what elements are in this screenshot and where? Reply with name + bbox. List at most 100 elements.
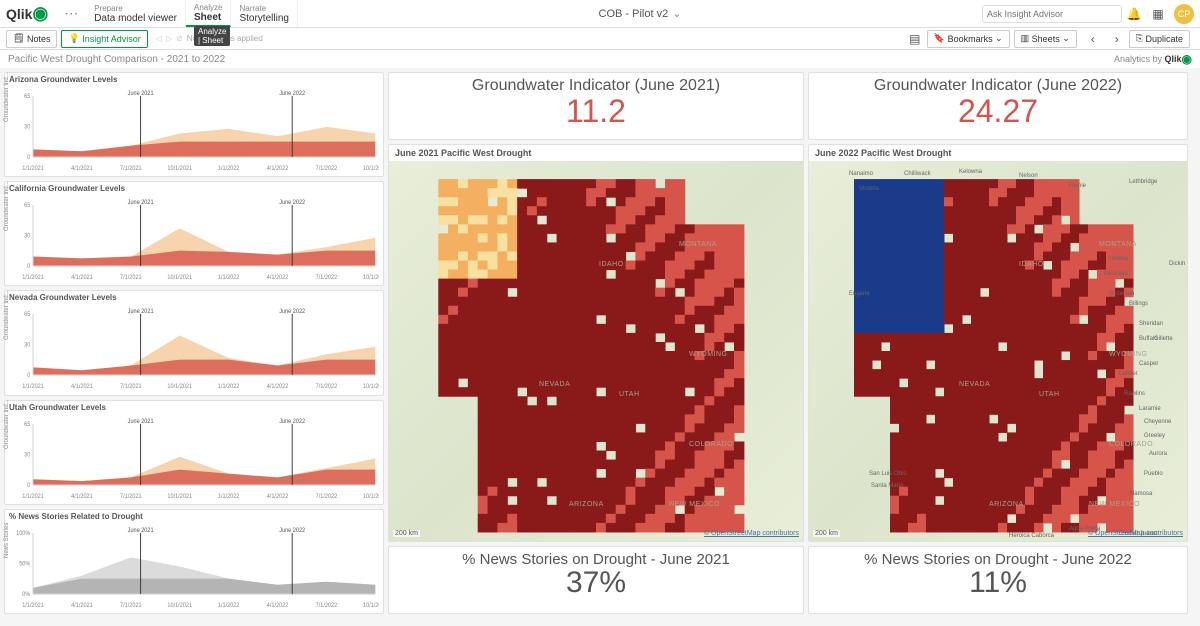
chart-utah[interactable]: Utah Groundwater Levels Groundwater Ind.…	[4, 400, 384, 505]
svg-text:4/1/2021: 4/1/2021	[71, 493, 93, 499]
chart-california-title: California Groundwater Levels	[9, 184, 379, 193]
svg-text:4/1/2021: 4/1/2021	[71, 603, 93, 609]
next-sheet-button[interactable]: ›	[1107, 29, 1127, 49]
svg-text:1/1/2021: 1/1/2021	[22, 603, 44, 609]
map-2021[interactable]: June 2021 Pacific West Drought MONTANAWY…	[388, 144, 804, 542]
selections-tool-icon[interactable]: ▤	[905, 29, 925, 49]
nav-narrate-sublabel: Storytelling	[239, 13, 288, 24]
chart-news-title: % News Stories Related to Drought	[9, 512, 379, 521]
svg-text:10/1/2022: 10/1/2022	[363, 493, 379, 499]
nav-analyze-label: Analyze	[194, 3, 222, 12]
nav-analyze[interactable]: Analyze Sheet Analyze | Sheet	[186, 0, 231, 27]
map-attribution[interactable]: © OpenStreetMap contributors	[704, 530, 799, 537]
selections-forward[interactable]: ▷	[166, 34, 172, 43]
qlik-icon: ◉	[32, 3, 48, 24]
app-title[interactable]: COB - Pilot v2⌄	[298, 7, 982, 20]
analytics-by-label: Analytics by Qlik◉	[1114, 52, 1192, 66]
svg-text:June 2021: June 2021	[128, 90, 154, 96]
kpi-2022[interactable]: Groundwater Indicator (June 2022) 24.27	[808, 72, 1188, 140]
svg-text:7/1/2022: 7/1/2022	[316, 384, 338, 390]
svg-text:10/1/2021: 10/1/2021	[167, 166, 192, 172]
svg-text:1/1/2022: 1/1/2022	[218, 493, 240, 499]
news-kpi-2021[interactable]: % News Stories on Drought - June 2021 37…	[388, 546, 804, 614]
news-kpi-2022[interactable]: % News Stories on Drought - June 2022 11…	[808, 546, 1188, 614]
svg-text:4/1/2021: 4/1/2021	[71, 166, 93, 172]
svg-text:100%: 100%	[16, 531, 31, 537]
insight-advisor-button[interactable]: 💡 Insight Advisor	[61, 30, 147, 48]
bookmarks-button[interactable]: 🔖 Bookmarks ⌄	[927, 30, 1010, 48]
chevron-down-icon: ⌄	[672, 8, 681, 20]
svg-text:0: 0	[27, 482, 31, 488]
qlik-icon: ◉	[1182, 52, 1192, 66]
chart-arizona[interactable]: Arizona Groundwater Levels Groundwater I…	[4, 72, 384, 177]
nav-narrate[interactable]: Narrate Storytelling	[231, 0, 297, 27]
chart-utah-title: Utah Groundwater Levels	[9, 403, 379, 412]
note-icon: 🗒	[13, 33, 24, 44]
kpi-2022-value: 24.27	[817, 95, 1179, 127]
svg-text:June 2022: June 2022	[279, 418, 305, 424]
svg-text:10/1/2022: 10/1/2022	[363, 166, 379, 172]
map-2022[interactable]: June 2022 Pacific West Drought MONTANAWY…	[808, 144, 1188, 542]
kpi-2021-value: 11.2	[397, 95, 795, 127]
svg-text:1/1/2022: 1/1/2022	[218, 384, 240, 390]
svg-text:June 2022: June 2022	[279, 200, 305, 206]
sheets-button[interactable]: ▥ Sheets ⌄	[1014, 30, 1077, 48]
chart-news[interactable]: % News Stories Related to Drought News S…	[4, 509, 384, 614]
notes-button[interactable]: 🗒 Notes	[6, 30, 57, 48]
nav-narrate-label: Narrate	[239, 4, 288, 13]
chart-arizona-title: Arizona Groundwater Levels	[9, 75, 379, 84]
svg-text:1/1/2022: 1/1/2022	[218, 603, 240, 609]
brand-text: Qlik	[6, 6, 32, 22]
svg-text:7/1/2022: 7/1/2022	[316, 275, 338, 281]
bell-icon[interactable]: 🔔	[1124, 4, 1144, 24]
svg-text:1/1/2021: 1/1/2021	[22, 493, 44, 499]
svg-text:7/1/2021: 7/1/2021	[120, 603, 142, 609]
map-attribution[interactable]: © OpenStreetMap contributors	[1088, 530, 1183, 537]
svg-text:4/1/2022: 4/1/2022	[267, 166, 289, 172]
news-2021-value: 37%	[397, 568, 795, 598]
svg-text:30: 30	[24, 233, 31, 239]
svg-text:10/1/2022: 10/1/2022	[363, 384, 379, 390]
app-title-text: COB - Pilot v2	[599, 8, 669, 20]
map-2021-title: June 2021 Pacific West Drought	[389, 145, 803, 161]
brand-logo[interactable]: Qlik◉	[6, 3, 48, 24]
nav-analyze-tooltip: Analyze | Sheet	[194, 26, 230, 46]
toolbar: 🗒 Notes 💡 Insight Advisor ◁ ▷ ⊘ No selec…	[0, 28, 1200, 50]
svg-text:50%: 50%	[19, 561, 31, 567]
clear-selections[interactable]: ⊘	[176, 34, 183, 43]
svg-text:1/1/2021: 1/1/2021	[22, 384, 44, 390]
svg-text:1/1/2022: 1/1/2022	[218, 275, 240, 281]
svg-text:65: 65	[24, 312, 31, 318]
svg-text:7/1/2022: 7/1/2022	[316, 166, 338, 172]
svg-text:June 2021: June 2021	[128, 309, 154, 315]
svg-text:7/1/2021: 7/1/2021	[120, 275, 142, 281]
prev-sheet-button[interactable]: ‹	[1083, 29, 1103, 49]
svg-text:10/1/2021: 10/1/2021	[167, 603, 192, 609]
svg-text:4/1/2022: 4/1/2022	[267, 603, 289, 609]
top-bar: Qlik◉ ⋯ Prepare Data model viewer Analyz…	[0, 0, 1200, 28]
svg-text:7/1/2022: 7/1/2022	[316, 493, 338, 499]
duplicate-button[interactable]: ⎘ Duplicate	[1129, 30, 1190, 48]
svg-text:0: 0	[27, 373, 31, 379]
chart-nevada[interactable]: Nevada Groundwater Levels Groundwater In…	[4, 290, 384, 395]
svg-text:June 2021: June 2021	[128, 200, 154, 206]
svg-text:10/1/2021: 10/1/2021	[167, 384, 192, 390]
chart-nevada-title: Nevada Groundwater Levels	[9, 293, 379, 302]
copy-icon: ⎘	[1136, 33, 1143, 44]
selections-back[interactable]: ◁	[156, 34, 162, 43]
user-avatar[interactable]: CP	[1174, 4, 1194, 24]
kpi-2021[interactable]: Groundwater Indicator (June 2021) 11.2	[388, 72, 804, 140]
svg-text:4/1/2021: 4/1/2021	[71, 275, 93, 281]
bulb-icon: 💡	[68, 33, 79, 44]
chart-california[interactable]: California Groundwater Levels Groundwate…	[4, 181, 384, 286]
nav-prepare[interactable]: Prepare Data model viewer	[86, 0, 186, 27]
center-column: Arizona Groundwater Levels Groundwater I…	[4, 72, 384, 614]
svg-text:30: 30	[24, 343, 31, 349]
grid-icon[interactable]: ▦	[1148, 4, 1168, 24]
svg-text:10/1/2022: 10/1/2022	[363, 603, 379, 609]
insight-search-input[interactable]	[982, 5, 1122, 23]
more-menu-icon[interactable]: ⋯	[64, 5, 78, 22]
dashboard-grid: Groundwater Indicator (June 2021) 11.2 A…	[0, 68, 1200, 624]
svg-text:June 2022: June 2022	[279, 309, 305, 315]
svg-text:June 2021: June 2021	[128, 418, 154, 424]
